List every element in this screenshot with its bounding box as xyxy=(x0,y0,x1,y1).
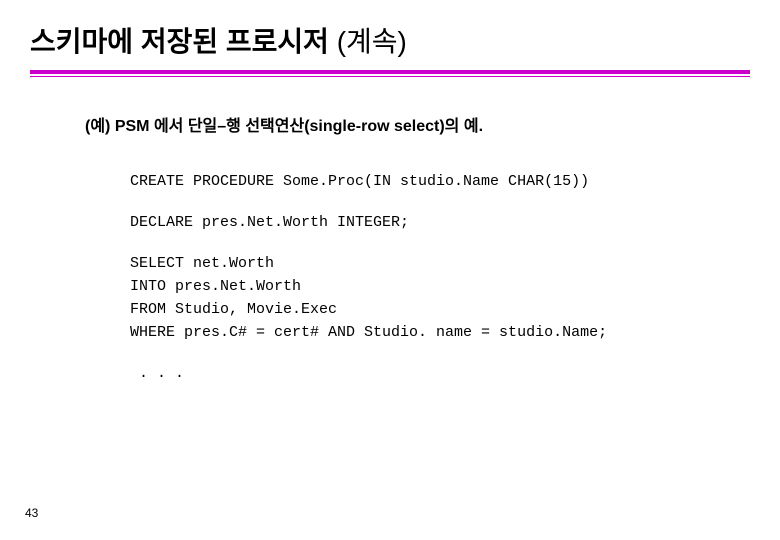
page-number: 43 xyxy=(25,506,38,520)
code-line: CREATE PROCEDURE Some.Proc(IN studio.Nam… xyxy=(130,171,750,192)
title-main: 스키마에 저장된 프로시저 xyxy=(30,26,329,57)
code-block: CREATE PROCEDURE Some.Proc(IN studio.Nam… xyxy=(130,171,750,384)
slide-container: 스키마에 저장된 프로시저 (계속) (예) PSM 에서 단일–행 선택연산(… xyxy=(0,0,780,406)
code-ellipsis: . . . xyxy=(130,363,750,384)
code-line: INTO pres.Net.Worth xyxy=(130,276,750,297)
code-line: WHERE pres.C# = cert# AND Studio. name =… xyxy=(130,322,750,343)
title-divider xyxy=(30,70,750,77)
slide-title: 스키마에 저장된 프로시저 (계속) xyxy=(30,20,750,68)
example-subtitle: (예) PSM 에서 단일–행 선택연산(single-row select)의… xyxy=(85,112,750,136)
code-line: SELECT net.Worth xyxy=(130,253,750,274)
title-sub: (계속) xyxy=(329,26,407,57)
code-line: FROM Studio, Movie.Exec xyxy=(130,299,750,320)
code-line: DECLARE pres.Net.Worth INTEGER; xyxy=(130,212,750,233)
